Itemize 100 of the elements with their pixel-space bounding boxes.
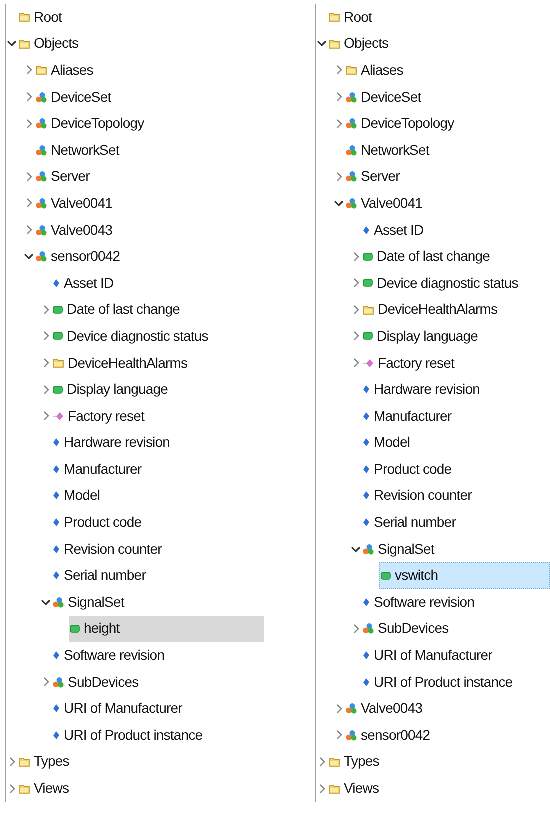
tree-item[interactable]: Serial number <box>362 509 464 536</box>
tree-item[interactable]: Objects <box>18 30 87 58</box>
tree-item[interactable]: Factory reset <box>52 402 152 430</box>
tree-item[interactable]: DeviceTopology <box>35 110 152 137</box>
tree-item[interactable]: Revision counter <box>362 482 480 510</box>
tree-item[interactable]: DeviceSet <box>35 84 120 110</box>
tree-item[interactable]: Asset ID <box>52 270 122 297</box>
chevron-right-icon[interactable] <box>352 304 360 315</box>
tree-item[interactable]: Views <box>328 775 388 802</box>
tree-item[interactable]: Display language <box>52 376 176 403</box>
chevron-right-icon[interactable] <box>8 784 16 794</box>
tree-item[interactable]: Server <box>345 164 408 190</box>
diamond-icon <box>53 518 60 528</box>
chevron-down-icon[interactable] <box>351 546 361 553</box>
object-icon <box>346 144 357 156</box>
tree-item[interactable]: Date of last change <box>52 296 188 324</box>
tree-item[interactable]: URI of Manufacturer <box>52 695 190 722</box>
tree-item[interactable]: URI of Product instance <box>362 668 521 696</box>
tree-item[interactable]: Device diagnostic status <box>52 323 216 350</box>
chevron-down-icon[interactable] <box>317 40 327 48</box>
chevron-right-icon[interactable] <box>336 92 342 102</box>
chevron-right-icon[interactable] <box>352 278 360 288</box>
tree-item[interactable]: height <box>69 616 264 642</box>
tree-item[interactable]: Manufacturer <box>362 402 460 430</box>
chevron-right-icon[interactable] <box>42 384 50 395</box>
chevron-right-icon[interactable] <box>352 331 360 342</box>
tree-item[interactable]: Root <box>328 4 380 31</box>
tree-item[interactable]: DeviceSet <box>345 84 430 110</box>
tree-item[interactable]: Display language <box>362 323 486 350</box>
tree-item[interactable]: Product code <box>362 456 460 483</box>
chevron-right-icon[interactable] <box>42 411 50 422</box>
tree-item[interactable]: Types <box>328 748 388 776</box>
tree-item[interactable]: Device diagnostic status <box>362 270 526 297</box>
tree-item[interactable]: Objects <box>328 30 397 58</box>
tree-item[interactable]: DeviceHealthAlarms <box>362 296 506 324</box>
tree-item[interactable]: Hardware revision <box>362 376 488 403</box>
tree-item[interactable]: Aliases <box>345 57 412 84</box>
tree-item[interactable]: Root <box>18 4 70 31</box>
chevron-right-icon[interactable] <box>42 358 50 368</box>
tree-item[interactable]: SubDevices <box>52 668 147 696</box>
tree-item[interactable]: Model <box>52 482 108 510</box>
tree-item[interactable]: SignalSet <box>362 536 442 562</box>
tree-item[interactable]: sensor0042 <box>35 243 128 270</box>
chevron-right-icon[interactable] <box>318 784 326 794</box>
variable-icon <box>381 572 391 580</box>
chevron-right-icon[interactable] <box>8 756 16 767</box>
tree-item[interactable]: DeviceTopology <box>345 110 462 137</box>
chevron-right-icon[interactable] <box>318 756 326 767</box>
tree-item[interactable]: Software revision <box>52 642 173 669</box>
tree-item[interactable]: sensor0042 <box>345 722 438 749</box>
chevron-down-icon[interactable] <box>7 40 17 48</box>
chevron-right-icon[interactable] <box>26 198 32 208</box>
tree-item[interactable]: URI of Manufacturer <box>362 642 500 669</box>
chevron-right-icon[interactable] <box>26 225 32 236</box>
tree-item[interactable]: Product code <box>52 509 150 536</box>
chevron-right-icon[interactable] <box>336 704 342 714</box>
chevron-right-icon[interactable] <box>336 65 342 76</box>
tree-item[interactable]: Model <box>362 430 418 456</box>
chevron-right-icon[interactable] <box>42 331 50 342</box>
object-icon <box>36 144 47 156</box>
tree-item[interactable]: SignalSet <box>52 589 132 616</box>
tree-item[interactable]: Factory reset <box>362 350 462 376</box>
chevron-down-icon[interactable] <box>24 253 34 260</box>
tree-item[interactable]: Date of last change <box>362 243 498 270</box>
chevron-right-icon[interactable] <box>26 92 32 102</box>
chevron-right-icon[interactable] <box>336 118 342 129</box>
tree-item[interactable]: NetworkSet <box>35 136 128 164</box>
chevron-down-icon[interactable] <box>41 598 51 606</box>
tree-item[interactable]: SubDevices <box>362 616 457 642</box>
tree-item[interactable]: Valve0041 <box>345 190 431 217</box>
tree-item[interactable]: Views <box>18 775 78 802</box>
tree-item[interactable]: Software revision <box>362 589 483 616</box>
chevron-right-icon[interactable] <box>42 677 50 688</box>
tree-item[interactable]: Valve0041 <box>35 190 121 217</box>
tree-item[interactable]: vswitch <box>379 562 550 590</box>
tree-item[interactable]: Hardware revision <box>52 430 178 456</box>
folder-icon <box>329 756 340 767</box>
tree-item[interactable]: Asset ID <box>362 216 432 244</box>
tree-item[interactable]: Serial number <box>52 562 154 590</box>
tree-item[interactable]: URI of Product instance <box>52 722 211 749</box>
chevron-right-icon[interactable] <box>26 65 32 76</box>
tree-item[interactable]: DeviceHealthAlarms <box>52 350 196 376</box>
chevron-right-icon[interactable] <box>336 730 342 740</box>
chevron-right-icon[interactable] <box>336 172 342 182</box>
chevron-down-icon[interactable] <box>334 200 344 207</box>
chevron-right-icon[interactable] <box>352 252 360 262</box>
tree-item[interactable]: Manufacturer <box>52 456 150 483</box>
tree-item[interactable]: Server <box>35 164 98 190</box>
chevron-right-icon[interactable] <box>352 624 360 634</box>
tree-item[interactable]: Types <box>18 748 78 776</box>
chevron-right-icon[interactable] <box>26 118 32 129</box>
chevron-right-icon[interactable] <box>26 172 32 182</box>
tree-item[interactable]: Valve0043 <box>35 216 121 244</box>
tree-item[interactable]: Revision counter <box>52 536 170 562</box>
object-icon <box>346 198 357 209</box>
tree-item[interactable]: NetworkSet <box>345 136 438 164</box>
tree-item[interactable]: Aliases <box>35 57 102 84</box>
chevron-right-icon[interactable] <box>42 304 50 315</box>
chevron-right-icon[interactable] <box>352 358 360 368</box>
tree-item[interactable]: Valve0043 <box>345 695 431 722</box>
